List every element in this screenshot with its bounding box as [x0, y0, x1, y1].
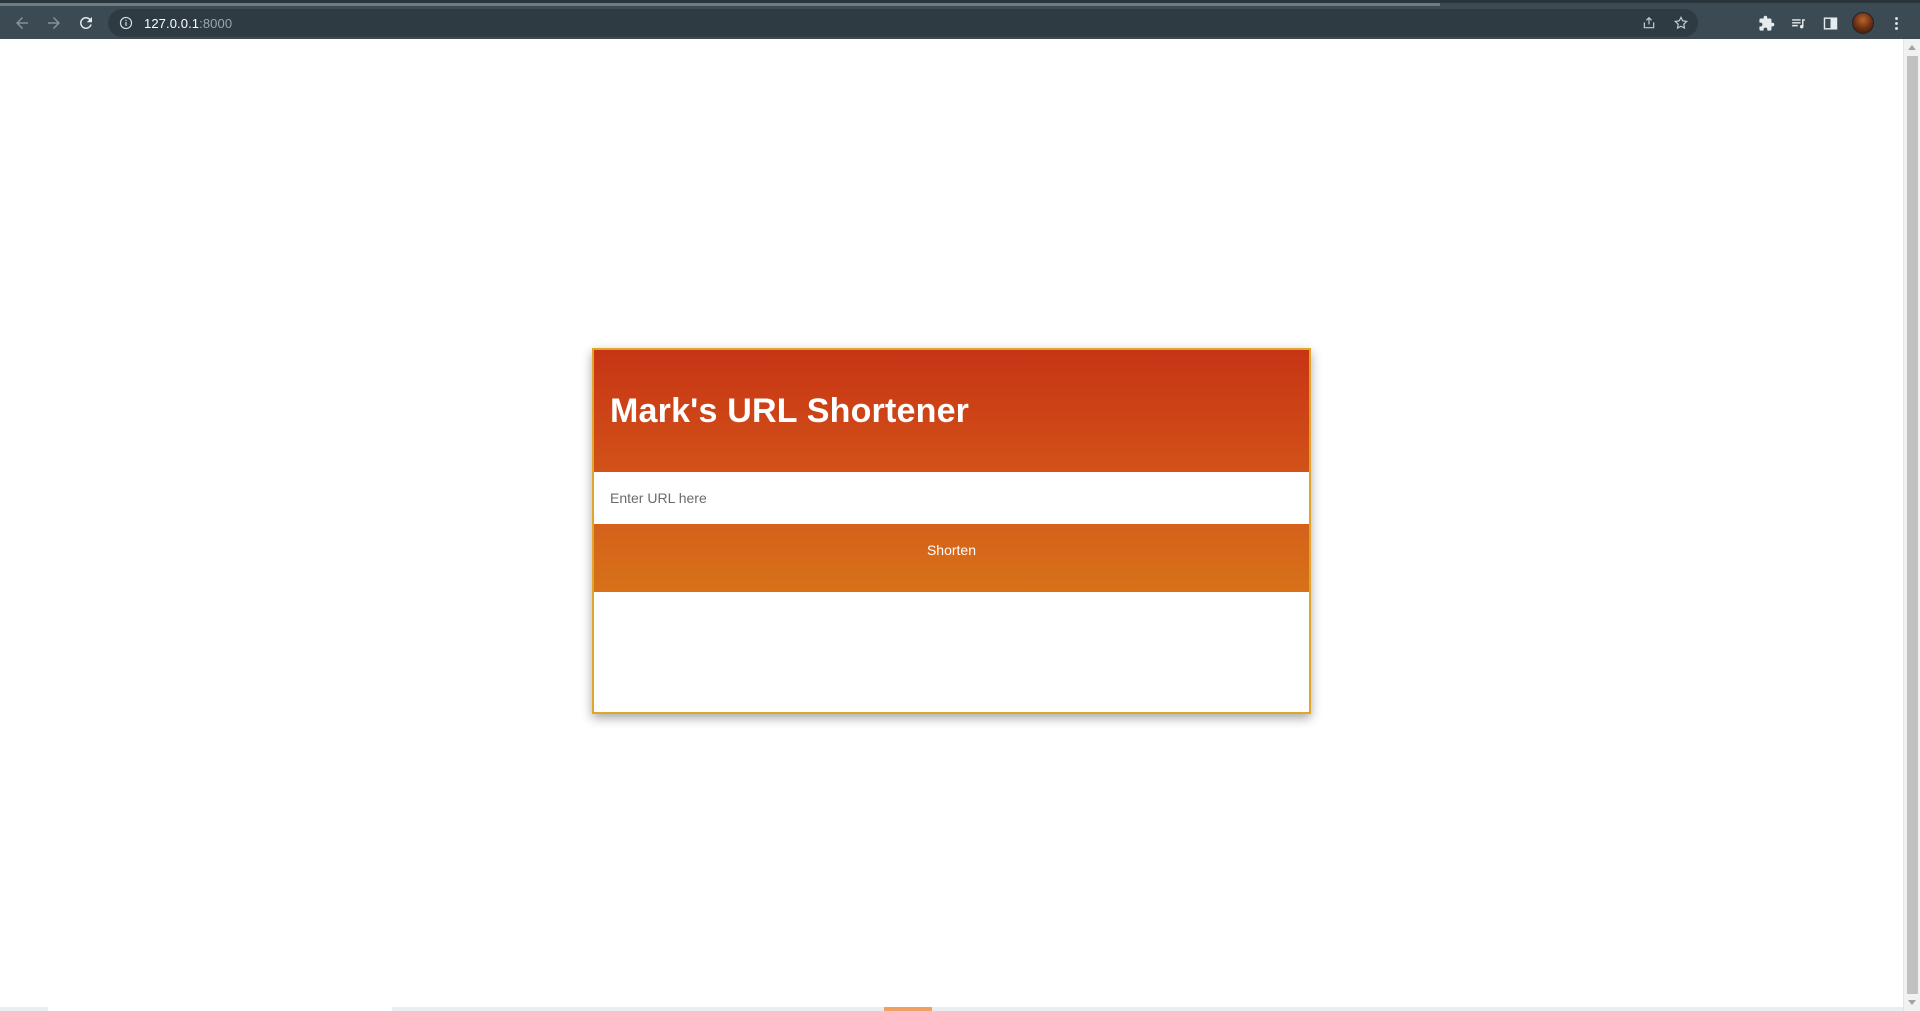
address-bar[interactable]: 127.0.0.1:8000 — [108, 9, 1698, 37]
reload-icon[interactable] — [72, 9, 100, 37]
back-arrow-icon[interactable] — [8, 9, 36, 37]
bottom-strip-accent — [884, 1007, 932, 1011]
scroll-up-icon[interactable] — [1908, 45, 1916, 50]
page-title: Mark's URL Shortener — [610, 391, 970, 430]
card-header: Mark's URL Shortener — [594, 350, 1309, 472]
page-scrollbar[interactable] — [1903, 39, 1920, 1011]
profile-avatar[interactable] — [1852, 12, 1874, 34]
share-icon[interactable] — [1640, 14, 1658, 32]
tab-strip-indicator — [0, 3, 1440, 6]
address-bar-actions — [1640, 9, 1698, 37]
browser-toolbar-icons — [1756, 9, 1906, 37]
media-queue-icon[interactable] — [1788, 13, 1808, 33]
shorten-button[interactable]: Shorten — [594, 524, 1309, 592]
scroll-down-icon[interactable] — [1908, 1000, 1916, 1005]
side-panel-icon[interactable] — [1820, 13, 1840, 33]
puzzle-icon[interactable] — [1756, 13, 1776, 33]
url-host: 127.0.0.1 — [144, 15, 200, 31]
bottom-edge-strip — [0, 1007, 1903, 1011]
more-vert-icon[interactable] — [1886, 13, 1906, 33]
forward-arrow-icon[interactable] — [40, 9, 68, 37]
url-port: :8000 — [199, 15, 233, 31]
scroll-thumb[interactable] — [1907, 56, 1918, 994]
result-area — [594, 592, 1309, 712]
url-shortener-card: Mark's URL Shortener Shorten — [592, 348, 1311, 714]
url-input[interactable] — [594, 472, 1309, 524]
info-icon[interactable] — [118, 15, 134, 31]
browser-toolbar: 127.0.0.1:8000 — [0, 0, 1920, 39]
url-text: 127.0.0.1:8000 — [144, 16, 232, 31]
bottom-strip-segment — [48, 1007, 392, 1011]
star-icon[interactable] — [1672, 14, 1690, 32]
